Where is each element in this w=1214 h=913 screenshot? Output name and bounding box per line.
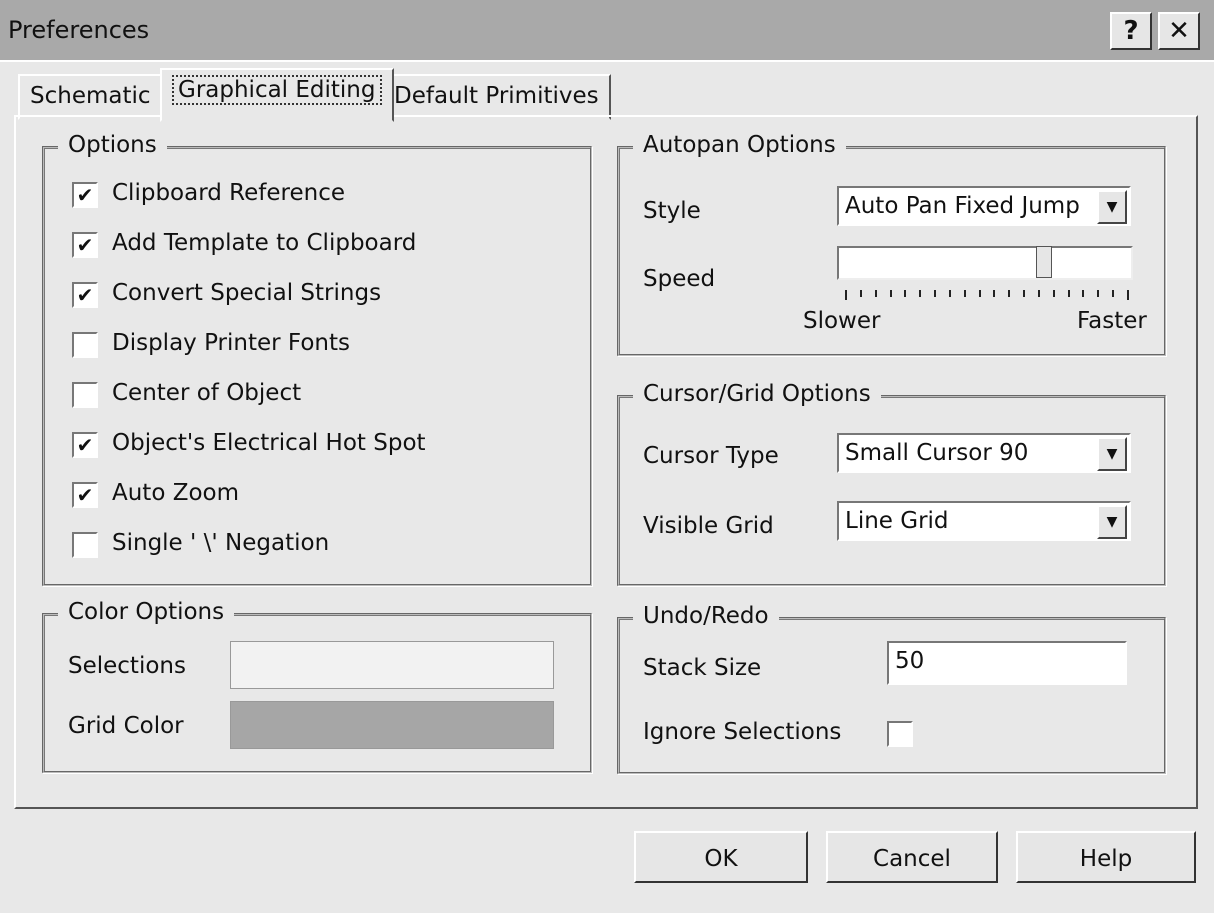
slider-tick [1097,290,1100,297]
chevron-down-icon[interactable]: ▼ [1097,190,1127,224]
option-label[interactable]: Add Template to Clipboard [112,230,416,256]
cursor-type-select[interactable]: Small Cursor 90 ▼ [837,433,1131,473]
tab-schematic[interactable]: Schematic [18,74,163,120]
help-title-button[interactable]: ? [1110,12,1152,50]
autopan-title: Autopan Options [633,132,846,158]
grid-color-label: Grid Color [68,713,184,739]
slider-tick [978,290,981,297]
close-button[interactable]: ✕ [1158,12,1200,50]
style-label: Style [643,198,701,224]
tab-graphical-editing[interactable]: Graphical Editing [160,68,394,122]
slider-tick [948,290,951,297]
cursor-type-value: Small Cursor 90 [845,440,1029,466]
help-button[interactable]: Help [1016,831,1196,883]
option-checkbox[interactable]: ✔ [72,482,98,508]
ignore-selections-label: Ignore Selections [643,719,842,745]
autopan-group: Autopan Options Style Auto Pan Fixed Jum… [617,132,1166,356]
color-options-group: Color Options Selections Grid Color [42,599,592,773]
chevron-down-icon[interactable]: ▼ [1097,505,1127,539]
visible-grid-select[interactable]: Line Grid ▼ [837,501,1131,541]
slider-tick [1112,290,1115,297]
visible-grid-label: Visible Grid [643,513,774,539]
selections-label: Selections [68,653,186,679]
speed-slider[interactable] [837,246,1133,280]
slider-thumb[interactable] [1036,246,1053,278]
slider-tick [1082,290,1085,297]
grid-color-swatch[interactable] [230,701,554,749]
slower-label: Slower [803,308,881,334]
slider-tick [1008,290,1011,297]
slider-tick [963,290,966,297]
slider-tick [919,290,922,297]
option-checkbox[interactable]: ✔ [72,182,98,208]
slider-tick [889,290,892,297]
option-label[interactable]: Convert Special Strings [112,280,381,306]
tab-label: Graphical Editing [172,75,382,105]
faster-label: Faster [1077,308,1147,334]
stack-size-input[interactable]: 50 [887,641,1127,685]
cursor-grid-group: Cursor/Grid Options Cursor Type Small Cu… [617,381,1166,586]
options-group: Options ✔ Clipboard Reference ✔ Add Templat… [42,132,592,586]
slider-tick [874,290,877,297]
ok-button[interactable]: OK [634,831,808,883]
speed-label: Speed [643,266,716,292]
option-checkbox[interactable]: ✔ [72,282,98,308]
title-bar [0,0,1214,62]
option-label[interactable]: Auto Zoom [112,480,239,506]
slider-tick [845,290,847,300]
undo-redo-group: Undo/Redo Stack Size 50 Ignore Selection… [617,603,1166,774]
ignore-selections-checkbox[interactable] [887,721,913,747]
stack-size-label: Stack Size [643,655,762,681]
slider-tick [1023,290,1026,297]
undo-redo-title: Undo/Redo [633,603,779,629]
option-label[interactable]: Single ' \' Negation [112,530,329,556]
options-title: Options [58,132,167,158]
style-value: Auto Pan Fixed Jump [845,193,1080,219]
slider-tick [1052,290,1055,297]
option-checkbox[interactable]: ✔ [72,432,98,458]
option-label[interactable]: Clipboard Reference [112,180,345,206]
option-checkbox[interactable] [72,382,98,408]
chevron-down-icon[interactable]: ▼ [1097,437,1127,471]
style-select[interactable]: Auto Pan Fixed Jump ▼ [837,186,1131,226]
option-label[interactable]: Display Printer Fonts [112,330,350,356]
visible-grid-value: Line Grid [845,508,949,534]
option-label[interactable]: Object's Electrical Hot Spot [112,430,426,456]
slider-tick [934,290,937,297]
slider-tick [904,290,907,297]
option-checkbox[interactable]: ✔ [72,232,98,258]
selections-color-swatch[interactable] [230,641,554,689]
cancel-button[interactable]: Cancel [826,831,998,883]
color-options-title: Color Options [58,599,235,625]
slider-tick [1037,290,1040,297]
window-title: Preferences [8,16,150,44]
cursor-grid-title: Cursor/Grid Options [633,381,881,407]
option-label[interactable]: Center of Object [112,380,301,406]
tab-default-primitives[interactable]: Default Primitives [382,74,611,120]
option-checkbox[interactable] [72,532,98,558]
slider-tick [859,290,862,297]
option-checkbox[interactable] [72,332,98,358]
slider-tick [1067,290,1070,297]
slider-ticks [845,290,1129,300]
cursor-type-label: Cursor Type [643,443,779,469]
slider-tick [993,290,996,297]
slider-tick [1127,290,1129,300]
